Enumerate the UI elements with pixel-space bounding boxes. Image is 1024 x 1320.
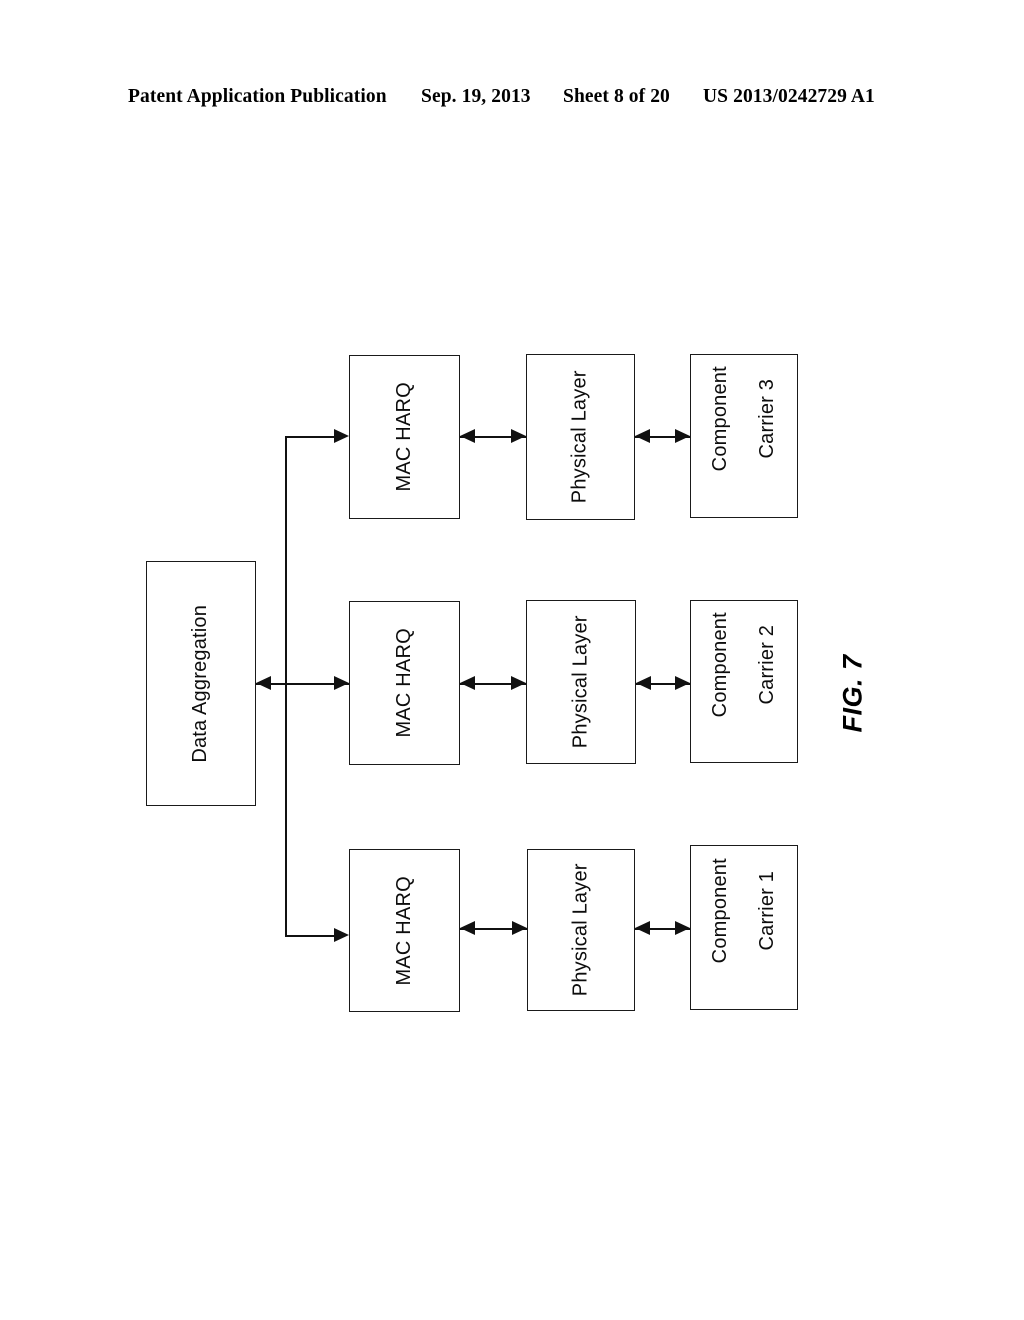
node-physical-layer-top: Physical Layer: [526, 354, 635, 520]
node-component-carrier-3-label: Component Carrier 3: [685, 366, 803, 506]
node-component-carrier-1-label: Component Carrier 1: [685, 858, 803, 998]
node-component-carrier-2: Component Carrier 2: [690, 600, 798, 763]
node-physical-layer-top-label: Physical Layer: [568, 370, 591, 504]
arrowhead-carrier-to-phy-bottom: [635, 921, 650, 935]
arrowhead-carrier-to-phy-middle: [636, 676, 651, 690]
node-mac-harq-bottom-label: MAC HARQ: [392, 875, 415, 986]
arrowhead-mac-to-phy-bottom: [512, 921, 527, 935]
arrowhead-phy-to-mac-bottom: [460, 921, 475, 935]
node-mac-harq-bottom: MAC HARQ: [349, 849, 460, 1012]
carrier-3-line1: Component: [708, 366, 731, 472]
node-component-carrier-2-label: Component Carrier 2: [685, 612, 803, 752]
node-data-aggregation: Data Aggregation: [146, 561, 256, 806]
node-data-aggregation-label: Data Aggregation: [189, 604, 212, 763]
node-mac-harq-middle: MAC HARQ: [349, 601, 460, 765]
carrier-2-line2: Carrier 2: [755, 624, 778, 705]
bus-trunk-vertical: [285, 436, 287, 936]
node-component-carrier-3: Component Carrier 3: [690, 354, 798, 518]
node-physical-layer-bottom: Physical Layer: [527, 849, 635, 1011]
carrier-1-line1: Component: [708, 857, 731, 963]
node-mac-harq-middle-label: MAC HARQ: [392, 628, 415, 738]
carrier-1-line2: Carrier 1: [755, 870, 778, 951]
carrier-3-line2: Carrier 3: [755, 378, 778, 459]
connector-bus-to-mac-top: [285, 436, 334, 438]
connector-bus-to-mac-bottom: [285, 935, 334, 937]
arrowhead-phy-to-mac-middle: [460, 676, 475, 690]
arrowhead-mac-middle-to-aggregation: [256, 676, 271, 690]
carrier-2-line1: Component: [708, 611, 731, 717]
figure-7-block-diagram: Data Aggregation MAC HARQ Physical Layer…: [0, 0, 1024, 1320]
arrowhead-bus-to-mac-top: [334, 429, 349, 443]
node-mac-harq-top-label: MAC HARQ: [392, 382, 415, 492]
figure-caption: FIG. 7: [837, 654, 868, 733]
arrowhead-carrier-to-phy-top: [635, 429, 650, 443]
node-physical-layer-middle: Physical Layer: [526, 600, 636, 764]
arrowhead-mac-to-phy-top: [511, 429, 526, 443]
node-physical-layer-bottom-label: Physical Layer: [569, 863, 592, 997]
node-physical-layer-middle-label: Physical Layer: [569, 615, 592, 749]
arrowhead-bus-to-mac-bottom: [334, 928, 349, 942]
arrowhead-aggregation-to-mac-middle: [334, 676, 349, 690]
node-component-carrier-1: Component Carrier 1: [690, 845, 798, 1010]
arrowhead-phy-to-mac-top: [460, 429, 475, 443]
node-mac-harq-top: MAC HARQ: [349, 355, 460, 519]
arrowhead-mac-to-phy-middle: [511, 676, 526, 690]
